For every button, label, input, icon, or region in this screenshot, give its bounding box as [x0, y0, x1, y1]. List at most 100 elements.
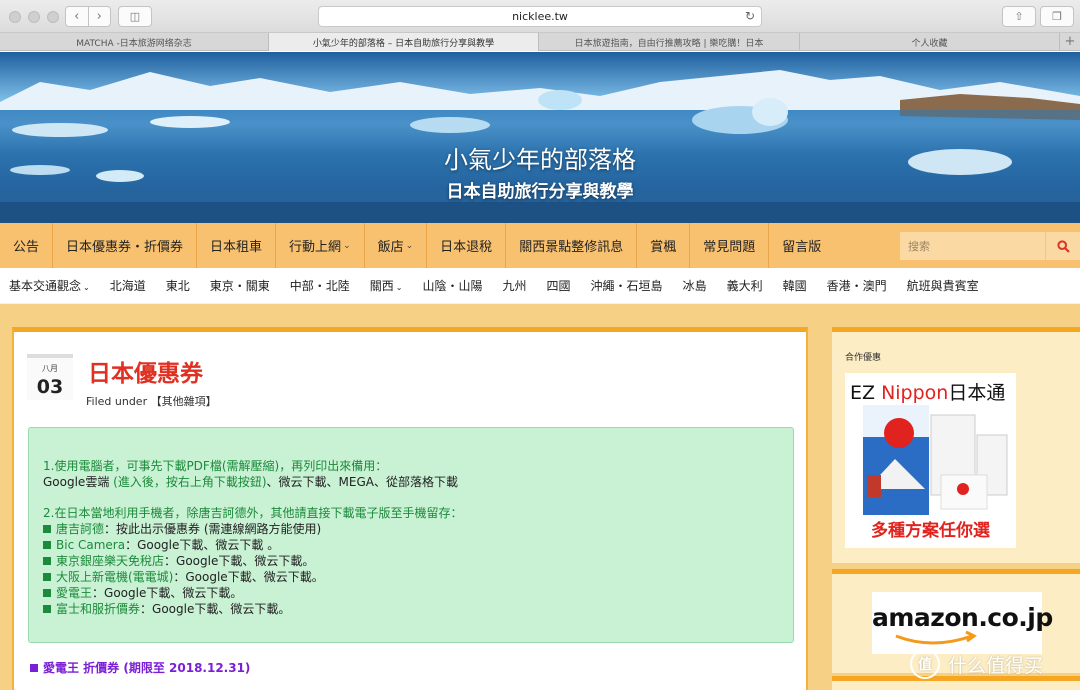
region-label: 北海道: [109, 279, 146, 293]
tab-matcha[interactable]: MATCHA -日本旅游网络杂志: [0, 33, 269, 51]
region-kansai[interactable]: 關西 ⌄: [360, 277, 413, 294]
coupon-item: Bic Camera：Google下載、微云下載 。: [43, 537, 793, 553]
tab-favorites[interactable]: 个人收藏: [800, 33, 1060, 51]
url-text: nicklee.tw: [512, 10, 568, 23]
tab-label: 日本旅遊指南，自由行推薦攻略 | 樂吃購！日本: [574, 38, 764, 49]
browser-toolbar: ‹ › ◫ nicklee.tw ↻ ⇧ ❐: [0, 0, 1080, 33]
region-italy[interactable]: 義大利: [717, 277, 773, 294]
coupon-item: 富士和服折價券：Google下載、微云下載。: [43, 601, 793, 617]
region-transport-basics[interactable]: 基本交通觀念 ⌄: [0, 277, 100, 294]
google-drive-link[interactable]: Google雲端: [43, 475, 109, 489]
coupon-item-name: 愛電王: [56, 586, 93, 600]
site-subtitle: 日本自助旅行分享與教學: [446, 182, 634, 202]
chevron-down-icon: ⌄: [83, 283, 90, 292]
nav-car-rental[interactable]: 日本租車: [197, 223, 277, 268]
notice-p1-links: Google雲端 (進入後，按右上角下載按鈕)、微云下載、MEGA、從部落格下載: [43, 474, 793, 490]
chevron-down-icon: ⌄: [343, 240, 351, 251]
bullet-square-icon: [43, 589, 51, 597]
region-tokyo-kanto[interactable]: 東京・關東: [200, 277, 280, 294]
site-title[interactable]: 小氣少年的部落格: [0, 140, 1080, 175]
forward-icon[interactable]: ›: [89, 7, 111, 26]
nav-label: 日本租車: [210, 240, 263, 255]
coupon-item-links[interactable]: ：按此出示優惠券 (需連線網路方能使用): [104, 522, 321, 536]
coupon-item-name: 大阪上新電機(電電城): [56, 570, 174, 584]
nav-label: 公告: [13, 240, 40, 255]
nav-coupons[interactable]: 日本優惠券・折價券: [53, 223, 198, 268]
notice-hint: (進入後，按右上角下載按鈕): [109, 475, 267, 489]
nav-label: 賞楓: [650, 240, 677, 255]
nav-label: 日本退稅: [440, 240, 493, 255]
coupon-item-links[interactable]: ：Google下載、微云下載。: [92, 586, 242, 600]
smzdm-watermark: 值 什么值得买: [910, 648, 1043, 680]
reload-icon[interactable]: ↻: [745, 9, 755, 23]
share-icon[interactable]: ⇧: [1002, 6, 1036, 27]
region-label: 中部・北陸: [289, 279, 350, 293]
bullet-square-icon: [43, 605, 51, 613]
nav-tax-refund[interactable]: 日本退稅: [427, 223, 507, 268]
nav-hotels[interactable]: 飯店 ⌄: [365, 223, 428, 268]
close-window-button[interactable]: [9, 11, 21, 23]
nav-faq[interactable]: 常見問題: [690, 223, 770, 268]
category-link[interactable]: 【其他雜項】: [151, 395, 217, 408]
region-label: 四國: [546, 279, 571, 293]
history-nav: ‹ ›: [65, 6, 111, 27]
coupon-item: 大阪上新電機(電電城)：Google下載、微云下載。: [43, 569, 793, 585]
ez-nippon-ad[interactable]: EZ Nippon日本通 多種方案任你選: [845, 373, 1016, 548]
back-icon[interactable]: ‹: [66, 7, 89, 26]
site-banner: 小氣少年的部落格 日本自助旅行分享與教學: [0, 52, 1080, 223]
chevron-down-icon: ⌄: [405, 240, 414, 251]
address-bar[interactable]: nicklee.tw ↻: [318, 6, 762, 27]
coupon-item-links[interactable]: ：Google下載、微云下載 。: [125, 538, 279, 552]
region-flights-lounges[interactable]: 航班與貴賓室: [897, 277, 989, 294]
minimize-window-button[interactable]: [28, 11, 40, 23]
coupon-item-links[interactable]: ：Google下載、微云下載。: [164, 554, 314, 568]
region-chubu-hokuriku[interactable]: 中部・北陸: [280, 277, 360, 294]
other-download-links[interactable]: 、微云下載、MEGA、從部落格下載: [267, 475, 458, 489]
region-sanin-sanyo[interactable]: 山陰・山陽: [413, 277, 493, 294]
region-label: 九州: [502, 279, 527, 293]
nav-autumn-leaves[interactable]: 賞楓: [637, 223, 691, 268]
nav-label: 日本優惠券・折價券: [66, 240, 184, 255]
tab-label: 小氣少年的部落格 – 日本自助旅行分享與教學: [312, 38, 495, 49]
bullet-square-icon: [30, 664, 38, 672]
new-tab-icon[interactable]: +: [1060, 33, 1080, 50]
nav-label: 行動上網: [289, 240, 342, 255]
sidebar-toggle-icon[interactable]: ◫: [118, 6, 152, 27]
tab-nicklee[interactable]: 小氣少年的部落格 – 日本自助旅行分享與教學: [269, 33, 539, 51]
search-icon[interactable]: [1045, 232, 1080, 260]
post-title[interactable]: 日本優惠券: [88, 354, 203, 388]
nav-mobile-internet[interactable]: 行動上網 ⌄: [276, 223, 365, 268]
notice-p1-title: 1.使用電腦者，可事先下載PDF檔(需解壓縮)，再列印出來備用：: [43, 459, 388, 473]
zoom-window-button[interactable]: [47, 11, 59, 23]
smzdm-logo-icon: 值: [910, 649, 940, 679]
nav-kansai-renovation[interactable]: 關西景點整修訊息: [506, 223, 638, 268]
region-hongkong-macau[interactable]: 香港・澳門: [817, 277, 897, 294]
download-notice: 1.使用電腦者，可事先下載PDF檔(需解壓縮)，再列印出來備用： Google雲…: [28, 427, 794, 643]
search-placeholder: 搜索: [908, 240, 930, 253]
nav-announcements[interactable]: 公告: [0, 223, 54, 268]
region-label: 韓國: [782, 279, 807, 293]
region-shikoku[interactable]: 四國: [537, 277, 581, 294]
coupon-item-links[interactable]: ：Google下載、微云下載。: [140, 602, 290, 616]
tab-bar: MATCHA -日本旅游网络杂志 小氣少年的部落格 – 日本自助旅行分享與教學 …: [0, 33, 1080, 51]
tab-lechigou[interactable]: 日本旅遊指南，自由行推薦攻略 | 樂吃購！日本: [539, 33, 800, 51]
region-korea[interactable]: 韓國: [773, 277, 817, 294]
widget-title: 合作優惠: [845, 353, 882, 363]
tabs-overview-icon[interactable]: ❐: [1040, 6, 1074, 27]
post-date: 八月 03: [27, 354, 73, 400]
region-label: 東北: [165, 279, 190, 293]
region-hokkaido[interactable]: 北海道: [100, 277, 156, 294]
search-input[interactable]: 搜索: [900, 232, 1045, 260]
region-label: 東京・關東: [209, 279, 270, 293]
coupon-item-name: Bic Camera: [56, 538, 126, 552]
tab-label: 个人收藏: [911, 38, 948, 49]
bullet-square-icon: [43, 525, 51, 533]
region-okinawa-ishigaki[interactable]: 沖繩・石垣島: [581, 277, 673, 294]
region-iceland[interactable]: 冰島: [673, 277, 717, 294]
nav-guestbook[interactable]: 留言版: [769, 223, 834, 268]
coupon-item-links[interactable]: ：Google下載、微云下載。: [173, 570, 323, 584]
amazon-ad[interactable]: amazon.co.jp: [872, 592, 1053, 654]
region-kyushu[interactable]: 九州: [493, 277, 537, 294]
region-tohoku[interactable]: 東北: [156, 277, 200, 294]
region-label: 香港・澳門: [826, 279, 887, 293]
